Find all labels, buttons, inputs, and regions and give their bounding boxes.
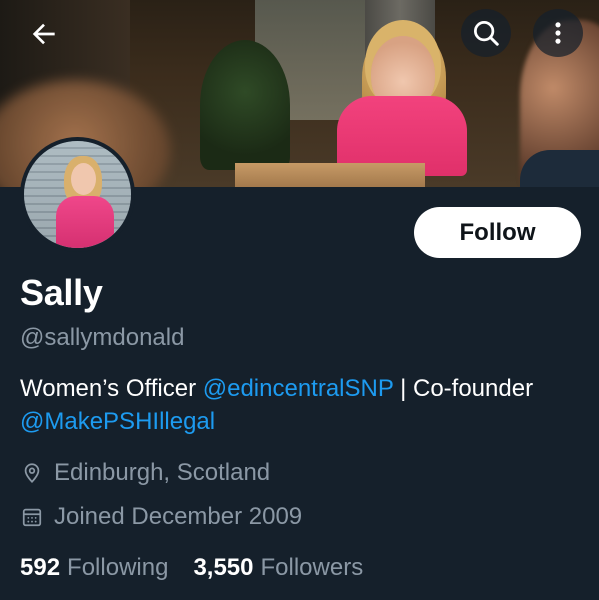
profile-name: Sally (20, 272, 103, 313)
followers-label: Followers (260, 554, 364, 581)
location-text: Edinburgh, Scotland (54, 459, 271, 486)
joined-text: Joined December 2009 (54, 503, 303, 530)
calendar-icon (20, 505, 44, 529)
bio-mention-edincentralsnp[interactable]: @edincentralSNP (203, 375, 394, 402)
avatar-face (71, 163, 96, 195)
banner-podium (235, 163, 425, 187)
arrow-left-icon (32, 23, 55, 45)
follow-button[interactable]: Follow (414, 207, 581, 258)
search-icon (474, 21, 499, 46)
banner-plant (200, 40, 290, 170)
back-button[interactable] (24, 14, 64, 54)
profile-joined: Joined December 2009 (20, 503, 302, 531)
profile-bio: Women’s Officer @edincentralSNP | Co-fou… (20, 372, 590, 438)
more-options-button[interactable] (533, 9, 583, 57)
more-vertical-icon (555, 22, 561, 44)
profile-handle: @sallymdonald (20, 324, 185, 351)
location-pin-icon (20, 461, 44, 485)
followers-link[interactable]: 3,550 Followers (193, 554, 363, 582)
bio-text: Women’s Officer (20, 375, 203, 402)
following-label: Following (67, 554, 169, 581)
followers-count: 3,550 (193, 554, 254, 581)
bio-text: | Co-founder (393, 375, 534, 402)
avatar-body (56, 196, 114, 248)
bio-mention-makepshillegal[interactable]: @MakePSHIllegal (20, 408, 215, 435)
avatar[interactable] (20, 137, 135, 252)
profile-stats: 592 Following 3,550 Followers (20, 554, 388, 582)
search-button[interactable] (461, 9, 511, 57)
following-count: 592 (20, 554, 61, 581)
banner-audience-shoulder (520, 150, 599, 187)
following-link[interactable]: 592 Following (20, 554, 168, 582)
profile-location: Edinburgh, Scotland (20, 459, 270, 487)
